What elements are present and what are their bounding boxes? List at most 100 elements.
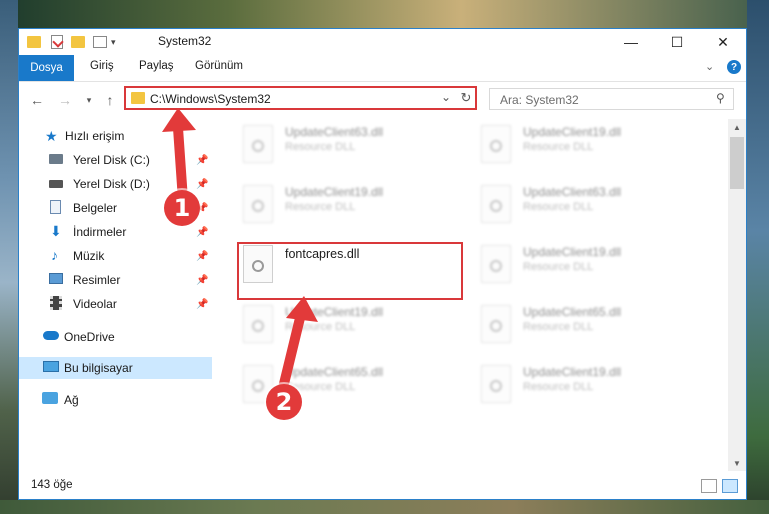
address-path[interactable]: C:\Windows\System32: [150, 92, 271, 106]
refresh-button[interactable]: ↻: [457, 86, 477, 110]
dll-file-icon: [481, 185, 511, 223]
computer-icon: [43, 361, 59, 372]
navigation-bar: ← → ▾ ↑ C:\Windows\System32 ⌄ ↻ Ara: Sys…: [19, 82, 746, 118]
title-bar: ▾ System32 — ☐ ✕: [19, 29, 746, 55]
file-item[interactable]: UpdateClient63.dll Resource DLL: [481, 181, 701, 227]
properties-icon[interactable]: [51, 35, 64, 49]
file-type: Resource DLL: [285, 141, 356, 153]
file-highlight-box: [237, 242, 463, 300]
file-name: UpdateClient19.dll: [523, 365, 622, 379]
file-item[interactable]: UpdateClient19.dll Resource DLL: [481, 121, 701, 167]
maximize-button[interactable]: ☐: [654, 29, 700, 55]
file-type: Resource DLL: [523, 321, 594, 333]
scroll-thumb[interactable]: [730, 137, 744, 189]
dll-file-icon: [481, 365, 511, 403]
sidebar-item-bu-bilgisayar[interactable]: Bu bilgisayar: [19, 357, 212, 379]
dll-file-icon: [481, 245, 511, 283]
folder-icon: [27, 36, 41, 48]
network-icon: [42, 392, 58, 404]
pin-icon[interactable]: 📌: [196, 155, 208, 166]
documents-icon: [50, 200, 61, 214]
sidebar-item-label: Yerel Disk (C:): [73, 153, 150, 167]
new-folder-icon[interactable]: [71, 36, 85, 48]
tab-dosya[interactable]: Dosya: [19, 55, 74, 81]
sidebar-item-muzik[interactable]: ♪ Müzik 📌: [19, 245, 212, 267]
dll-file-icon: [243, 305, 273, 343]
drive-icon: [49, 154, 63, 164]
desktop-background-bottom: [0, 500, 769, 514]
vertical-scrollbar[interactable]: ▲ ▼: [728, 119, 746, 471]
sidebar-item-yerel-disk-c[interactable]: Yerel Disk (C:) 📌: [19, 149, 212, 171]
pin-icon[interactable]: 📌: [196, 179, 208, 190]
sidebar-item-videolar[interactable]: Videolar 📌: [19, 293, 212, 315]
sidebar-item-ag[interactable]: Ağ: [19, 389, 212, 411]
details-view-icon[interactable]: [701, 479, 717, 493]
file-item[interactable]: UpdateClient19.dll Resource DLL: [481, 241, 701, 287]
close-button[interactable]: ✕: [700, 29, 746, 55]
tab-paylas[interactable]: Paylaş: [139, 60, 174, 72]
pin-icon[interactable]: 📌: [196, 251, 208, 262]
dll-file-icon: [481, 305, 511, 343]
folder-icon: [131, 92, 145, 104]
file-type: Resource DLL: [523, 141, 594, 153]
dll-file-icon: [243, 185, 273, 223]
quick-access-toolbar: ▾: [27, 34, 116, 50]
pin-icon[interactable]: 📌: [196, 227, 208, 238]
sidebar-item-label: OneDrive: [64, 330, 115, 344]
navigation-pane: ★ Hızlı erişim Yerel Disk (C:) 📌 Yerel D…: [19, 119, 214, 471]
music-icon: ♪: [51, 247, 58, 263]
drive-icon: [49, 180, 63, 188]
pin-icon[interactable]: 📌: [196, 299, 208, 310]
sidebar-item-label: Bu bilgisayar: [64, 361, 133, 375]
file-item[interactable]: UpdateClient19.dll Resource DLL: [243, 181, 463, 227]
file-item[interactable]: UpdateClient19.dll Resource DLL: [481, 361, 701, 407]
customize-toolbar-chevron-icon[interactable]: ▾: [111, 37, 116, 48]
minimize-button[interactable]: —: [608, 29, 654, 55]
view-options-icon[interactable]: [93, 36, 107, 48]
item-count: 143 öğe: [31, 479, 73, 491]
desktop-background-right: [747, 0, 769, 514]
file-type: Resource DLL: [523, 201, 594, 213]
up-arrow-icon[interactable]: ↑: [100, 90, 120, 110]
file-name: UpdateClient19.dll: [523, 125, 622, 139]
file-name: UpdateClient63.dll: [523, 185, 622, 199]
refresh-icon: ↻: [460, 90, 472, 105]
window-title: System32: [158, 34, 212, 48]
back-arrow-icon[interactable]: ←: [27, 90, 47, 110]
recent-locations-chevron-icon[interactable]: ▾: [79, 90, 99, 110]
tab-giris[interactable]: Giriş: [90, 60, 114, 72]
scroll-down-icon[interactable]: ▼: [728, 455, 746, 471]
tab-gorunum[interactable]: Görünüm: [195, 60, 243, 72]
forward-arrow-icon[interactable]: →: [55, 90, 75, 110]
scroll-up-icon[interactable]: ▲: [728, 119, 746, 135]
file-type: Resource DLL: [285, 201, 356, 213]
callout-2: 2: [266, 384, 302, 420]
pictures-icon: [49, 273, 63, 284]
sidebar-item-resimler[interactable]: Resimler 📌: [19, 269, 212, 291]
sidebar-item-hizli-erisim[interactable]: ★ Hızlı erişim: [19, 125, 212, 147]
address-dropdown-chevron-icon[interactable]: ⌄: [441, 90, 451, 104]
large-icons-view-icon[interactable]: [722, 479, 738, 493]
desktop-background-left: [0, 0, 18, 514]
dll-file-icon: [481, 125, 511, 163]
search-icon[interactable]: ⚲: [716, 91, 725, 105]
file-item[interactable]: UpdateClient63.dll Resource DLL: [243, 121, 463, 167]
help-icon[interactable]: ?: [727, 60, 741, 74]
chevron-down-icon[interactable]: ⌄: [705, 60, 714, 73]
star-icon: ★: [45, 128, 58, 144]
callout-1: 1: [164, 190, 200, 226]
sidebar-item-label: Hızlı erişim: [65, 129, 125, 143]
pin-icon[interactable]: 📌: [196, 275, 208, 286]
file-item[interactable]: UpdateClient65.dll Resource DLL: [481, 301, 701, 347]
search-input[interactable]: Ara: System32: [500, 93, 579, 107]
search-box[interactable]: Ara: System32 ⚲: [489, 88, 734, 110]
file-item[interactable]: UpdateClient19.dll Resource DLL: [243, 301, 463, 347]
sidebar-item-onedrive[interactable]: OneDrive: [19, 326, 212, 348]
sidebar-item-label: Belgeler: [73, 201, 118, 215]
cloud-icon: [43, 331, 59, 340]
videos-icon: [50, 296, 62, 310]
address-bar[interactable]: C:\Windows\System32 ⌄: [124, 86, 477, 110]
sidebar-item-label: İndirmeler: [73, 225, 127, 239]
file-type: Resource DLL: [523, 261, 594, 273]
sidebar-item-label: Yerel Disk (D:): [73, 177, 150, 191]
